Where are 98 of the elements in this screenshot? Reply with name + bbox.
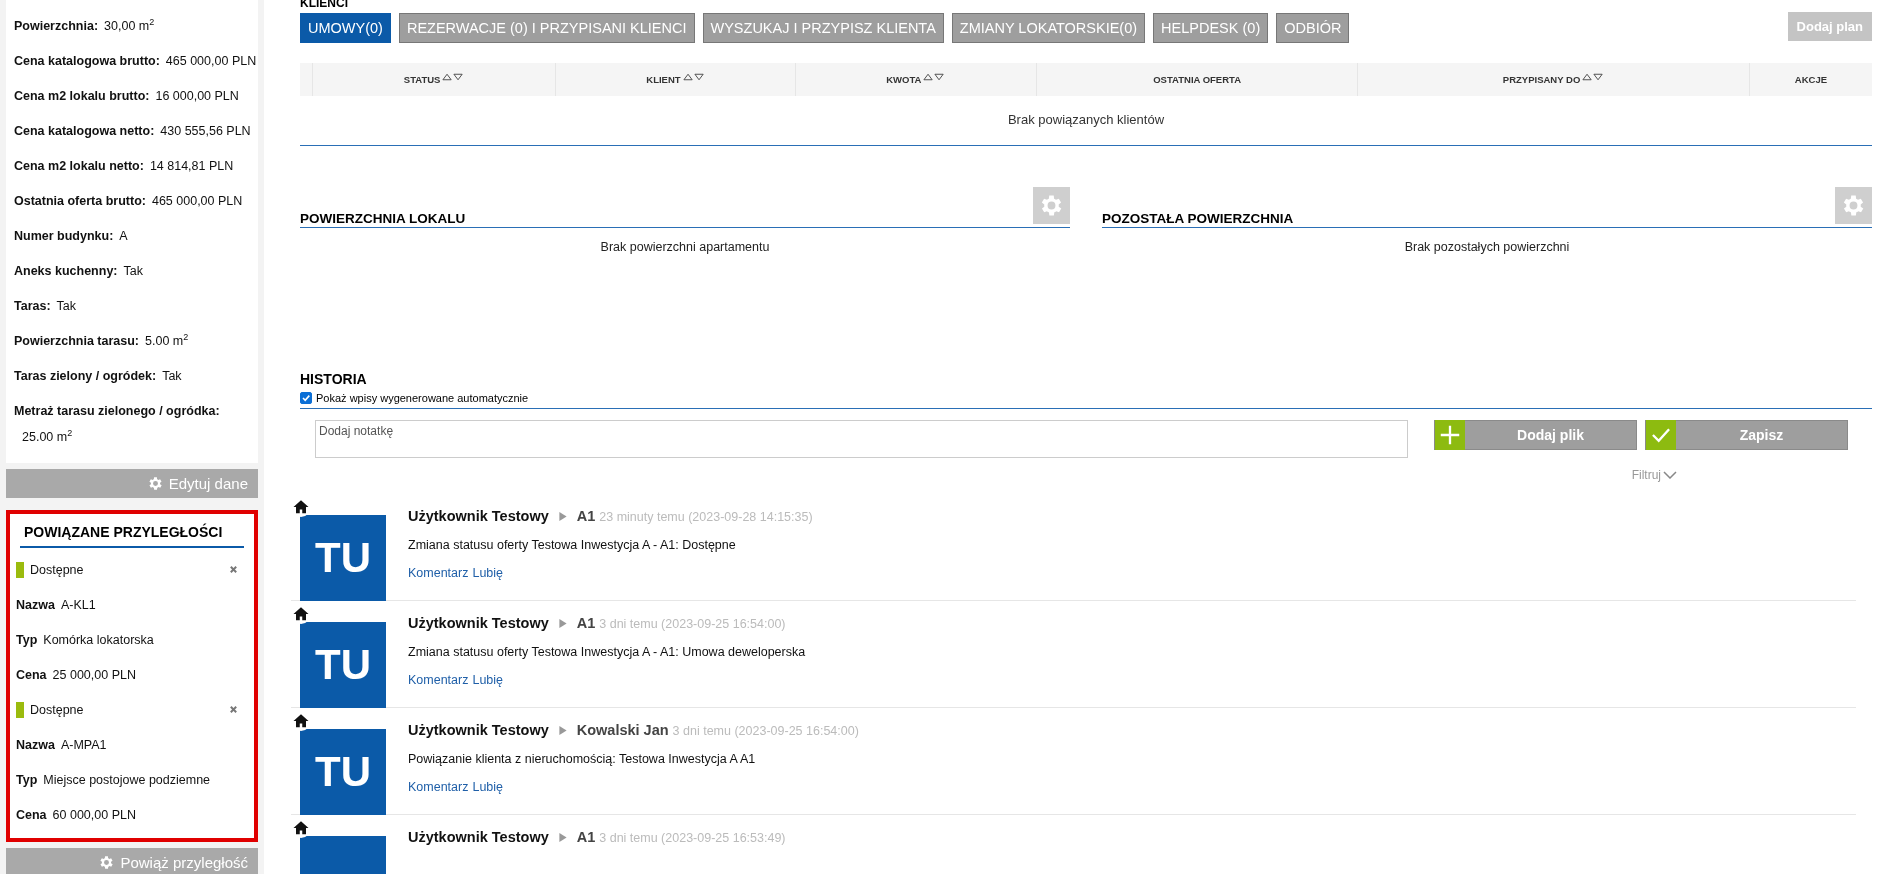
- field-label: Nazwa: [16, 597, 55, 612]
- target-name[interactable]: Kowalski Jan: [576, 722, 669, 738]
- field-value: 430 555,56 PLN: [160, 123, 251, 138]
- field-label: Cena m2 lokalu brutto:: [14, 88, 150, 103]
- status-label: Dostępne: [30, 702, 85, 717]
- triangle-icon: [558, 512, 567, 521]
- home-icon: [291, 711, 311, 731]
- column-header: KLIENT: [646, 74, 681, 85]
- author-name[interactable]: Użytkownik Testowy: [408, 722, 549, 738]
- timestamp: 3 dni temu (2023-09-25 16:53:49): [599, 831, 786, 845]
- avatar: TU: [300, 515, 386, 601]
- section-title: HISTORIA: [300, 371, 368, 387]
- author-name[interactable]: Użytkownik Testowy: [408, 615, 549, 631]
- gear-icon: [98, 854, 116, 871]
- empty-message: Brak powierzchni apartamentu: [599, 240, 771, 254]
- field-value: 16 000,00 PLN: [155, 88, 239, 103]
- timestamp: 3 dni temu (2023-09-25 16:54:00): [672, 724, 859, 738]
- field-value: Tak: [123, 263, 143, 278]
- avatar: TU: [300, 729, 386, 815]
- section-title: POZOSTAŁA POWIERZCHNIA: [1102, 211, 1294, 226]
- gear-icon: [146, 475, 164, 492]
- field-value: 5.00 m$^{2}$: [145, 332, 189, 349]
- avatar: TU: [300, 622, 386, 708]
- close-icon[interactable]: [229, 565, 238, 574]
- author-name[interactable]: Użytkownik Testowy: [408, 508, 549, 524]
- field-label: Taras:: [14, 298, 51, 313]
- sort-icon[interactable]: [1582, 73, 1605, 81]
- field-label: Cena katalogowa brutto:: [14, 53, 160, 68]
- field-label: Typ: [16, 772, 38, 787]
- sort-icon[interactable]: [682, 73, 705, 81]
- target-name[interactable]: A1: [576, 508, 596, 524]
- entry-text: Powiązanie klienta z nieruchomością: Testowa Inwestycja A A1: [408, 752, 757, 766]
- tab[interactable]: UMOWY(0): [300, 13, 391, 43]
- checkbox-label: Pokaż wpisy wygenerowane automatycznie: [316, 392, 529, 404]
- field-label: Cena m2 lokalu netto:: [14, 158, 144, 173]
- entry-link[interactable]: Komentarz: [408, 566, 469, 580]
- column-header: STATUS: [403, 74, 441, 85]
- section-title: POWIERZCHNIA LOKALU: [300, 211, 466, 226]
- entry-text: Zmiana statusu oferty Testowa Inwestycja A - A1: Dostępne: [408, 538, 737, 552]
- field-value: 30,00 m$^{2}$: [104, 17, 155, 34]
- field-value: Miejsce postojowe podziemne: [43, 772, 211, 787]
- timestamp: 23 minuty temu (2023-09-28 14:15:35): [599, 510, 813, 524]
- plus-icon: [1435, 420, 1465, 450]
- home-icon: [291, 818, 311, 838]
- field-value: Komórka lokatorska: [43, 632, 154, 647]
- column-header: KWOTA: [886, 74, 922, 85]
- field-label: Metraż tarasu zielonego / ogródka:: [14, 403, 220, 418]
- field-value: Tak: [162, 368, 182, 383]
- field-value: 25 000,00 PLN: [52, 667, 136, 682]
- field-label: Powierzchnia:: [14, 18, 99, 33]
- triangle-icon: [558, 726, 567, 735]
- field-label: Nazwa: [16, 737, 55, 752]
- target-name[interactable]: A1: [576, 829, 596, 845]
- column-header: PRZYPISANY DO: [1502, 74, 1581, 85]
- entry-link[interactable]: Komentarz: [408, 780, 469, 794]
- field-value: 25.00 m$^{2}$: [21, 427, 73, 445]
- author-name[interactable]: Użytkownik Testowy: [408, 829, 549, 845]
- field-label: Cena katalogowa netto:: [14, 123, 155, 138]
- close-icon[interactable]: [229, 705, 238, 714]
- field-value: A: [119, 228, 128, 243]
- field-value: Tak: [56, 298, 77, 313]
- field-label: Taras zielony / ogródek:: [14, 368, 157, 383]
- panel-title: POWIĄZANE PRZYLEGŁOŚCI: [20, 520, 244, 548]
- triangle-icon: [558, 833, 567, 842]
- home-icon: [291, 497, 311, 517]
- entry-link[interactable]: Lubię: [472, 780, 504, 794]
- empty-message: Brak pozostałych powierzchni: [1403, 240, 1571, 254]
- field-label: Cena: [16, 807, 47, 822]
- column-header: AKCJE: [1794, 74, 1827, 85]
- checkbox[interactable]: [300, 392, 312, 404]
- entry-link[interactable]: Lubię: [472, 566, 504, 580]
- check-icon: [1646, 420, 1676, 450]
- field-value: 60 000,00 PLN: [52, 807, 136, 822]
- field-label: Powierzchnia tarasu:: [14, 333, 140, 348]
- triangle-icon: [558, 619, 567, 628]
- field-label: Aneks kuchenny:: [14, 263, 118, 278]
- empty-message: Brak powiązanych klientów: [1006, 111, 1166, 129]
- field-value: A-KL1: [60, 597, 96, 612]
- field-label: Ostatnia oferta brutto:: [14, 193, 146, 208]
- field-label: Cena: [16, 667, 47, 682]
- field-value: A-MPA1: [60, 737, 107, 752]
- column-header: OSTATNIA OFERTA: [1153, 74, 1241, 85]
- field-value: 14 814,81 PLN: [149, 158, 234, 173]
- field-value: 465 000,00 PLN: [165, 53, 257, 68]
- note-field[interactable]: Dodaj notatkę: [315, 420, 1408, 458]
- home-icon: [291, 604, 311, 624]
- sort-icon[interactable]: [923, 73, 946, 81]
- field-value: 465 000,00 PLN: [151, 193, 243, 208]
- chevron-icon: [1663, 471, 1677, 479]
- entry-text: Zmiana statusu oferty Testowa Inwestycja A - A1: Umowa deweloperska: [408, 645, 806, 659]
- timestamp: 3 dni temu (2023-09-25 16:54:00): [599, 617, 786, 631]
- entry-link[interactable]: Komentarz: [408, 673, 469, 687]
- status-label: Dostępne: [30, 562, 85, 577]
- sort-icon[interactable]: [442, 73, 465, 81]
- field-label: Numer budynku:: [14, 228, 114, 243]
- target-name[interactable]: A1: [576, 615, 596, 631]
- field-label: Typ: [16, 632, 38, 647]
- entry-link[interactable]: Lubię: [472, 673, 504, 687]
